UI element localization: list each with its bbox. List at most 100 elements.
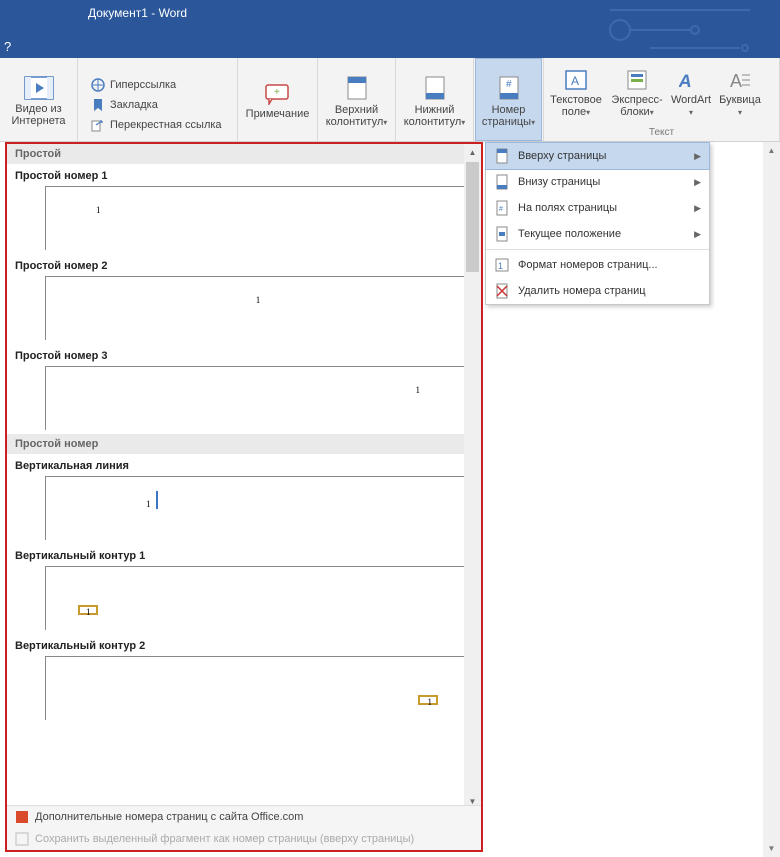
comment-button[interactable]: + Примечание xyxy=(240,58,316,141)
text-box-button[interactable]: A Текстовоеполе▾ xyxy=(544,58,608,125)
preview-number: 1 xyxy=(86,607,91,617)
preview-number: 1 xyxy=(146,499,151,509)
current-position-icon xyxy=(494,226,510,242)
online-video-button[interactable]: Видео изИнтернета xyxy=(6,58,72,141)
crossref-label: Перекрестная ссылка xyxy=(110,119,222,131)
video-label-1: Видео из xyxy=(15,103,61,115)
remove-icon xyxy=(494,283,510,299)
title-decoration xyxy=(600,0,780,58)
page-bottom-icon xyxy=(494,174,510,190)
menu-format-page-numbers[interactable]: 1 Формат номеров страниц... xyxy=(486,252,709,278)
title-bar: Документ1 - Word ? xyxy=(0,0,780,58)
drop-cap-button[interactable]: A Буквица▾ xyxy=(716,58,764,125)
menu-bottom-of-page[interactable]: Внизу страницы ▶ xyxy=(486,169,709,195)
menu-format-label: Формат номеров страниц... xyxy=(518,259,658,271)
hyperlink-button[interactable]: Гиперссылка xyxy=(86,75,229,95)
page-number-icon: # xyxy=(497,75,521,101)
gallery-item-2-preview[interactable]: 1 xyxy=(45,276,471,340)
footer-label-1: Нижний xyxy=(415,104,455,116)
wordart-label: WordArt xyxy=(671,94,711,106)
gallery-item-6-label: Вертикальный контур 2 xyxy=(7,634,481,656)
drop-cap-icon: A xyxy=(728,69,752,91)
menu-page-margins[interactable]: # На полях страницы ▶ xyxy=(486,195,709,221)
svg-text:A: A xyxy=(571,74,579,88)
gallery-item-6-preview[interactable]: 1 xyxy=(45,656,471,720)
office-icon xyxy=(15,810,29,824)
ribbon: Видео изИнтернета Гиперссылка Закладка П… xyxy=(0,58,780,142)
gallery-heading-simple: Простой xyxy=(7,144,481,164)
svg-text:#: # xyxy=(499,206,503,213)
page-number-button[interactable]: # Номерстраницы▾ xyxy=(475,58,542,141)
bookmark-icon xyxy=(90,97,106,113)
save-icon xyxy=(15,832,29,846)
submenu-arrow-icon: ▶ xyxy=(694,203,701,214)
footer-icon xyxy=(423,75,447,101)
gallery-item-1-preview[interactable]: 1 xyxy=(45,186,471,250)
gallery-item-1-label: Простой номер 1 xyxy=(7,164,481,186)
header-label-2: колонтитул xyxy=(326,116,384,128)
header-button[interactable]: Верхнийколонтитул▾ xyxy=(320,58,394,141)
footer-button[interactable]: Нижнийколонтитул▾ xyxy=(398,58,472,141)
scrollbar-thumb[interactable] xyxy=(466,162,479,272)
gallery-item-5-preview[interactable]: 1 xyxy=(45,566,471,630)
document-title: Документ1 - Word xyxy=(88,6,187,20)
scroll-up-icon[interactable]: ▲ xyxy=(464,144,481,161)
format-icon: 1 xyxy=(494,257,510,273)
hyperlink-label: Гиперссылка xyxy=(110,79,176,91)
svg-text:1: 1 xyxy=(498,261,503,271)
comment-icon: + xyxy=(264,83,290,105)
gallery-item-3-preview[interactable]: 1 xyxy=(45,366,471,430)
hyperlink-icon xyxy=(90,77,106,93)
save-label: Сохранить выделенный фрагмент как номер … xyxy=(35,833,414,845)
help-indicator[interactable]: ? xyxy=(4,39,11,54)
preview-number: 1 xyxy=(96,205,101,215)
bookmark-button[interactable]: Закладка xyxy=(86,95,229,115)
page-number-gallery: Простой Простой номер 1 1 Простой номер … xyxy=(5,142,483,852)
quick-parts-button[interactable]: Экспресс-блоки▾ xyxy=(608,58,666,125)
submenu-arrow-icon: ▶ xyxy=(694,177,701,188)
submenu-arrow-icon: ▶ xyxy=(694,151,701,162)
menu-remove-page-numbers[interactable]: Удалить номера страниц xyxy=(486,278,709,304)
group-label-text: Текст xyxy=(649,125,674,141)
menu-top-label: Вверху страницы xyxy=(518,150,606,162)
gallery-item-4-preview[interactable]: 1 xyxy=(45,476,471,540)
scroll-up-icon[interactable]: ▲ xyxy=(763,142,780,159)
gallery-footer: Дополнительные номера страниц с сайта Of… xyxy=(7,805,481,850)
textbox-label-1: Текстовое xyxy=(550,94,602,106)
more-label: Дополнительные номера страниц с сайта Of… xyxy=(35,811,303,823)
footer-label-2: колонтитул xyxy=(404,116,462,128)
dropcap-label: Буквица xyxy=(719,94,761,106)
gallery-heading-plain-number: Простой номер xyxy=(7,434,481,454)
quick-label-1: Экспресс- xyxy=(611,94,662,106)
svg-text:A: A xyxy=(730,71,742,91)
menu-current-position[interactable]: Текущее положение ▶ xyxy=(486,221,709,247)
menu-current-label: Текущее положение xyxy=(518,228,621,240)
menu-separator xyxy=(486,249,709,250)
save-selection-button: Сохранить выделенный фрагмент как номер … xyxy=(7,828,481,850)
preview-bar xyxy=(156,491,158,509)
preview-number: 1 xyxy=(416,385,421,395)
scroll-down-icon[interactable]: ▼ xyxy=(763,840,780,857)
header-icon xyxy=(345,75,369,101)
menu-remove-label: Удалить номера страниц xyxy=(518,285,646,297)
gallery-item-3-label: Простой номер 3 xyxy=(7,344,481,366)
page-margin-icon: # xyxy=(494,200,510,216)
wordart-button[interactable]: A WordArt▾ xyxy=(666,58,716,125)
bookmark-label: Закладка xyxy=(110,99,158,111)
preview-number: 1 xyxy=(428,697,433,707)
more-from-office-button[interactable]: Дополнительные номера страниц с сайта Of… xyxy=(7,806,481,828)
gallery-item-5-label: Вертикальный контур 1 xyxy=(7,544,481,566)
cross-reference-button[interactable]: Перекрестная ссылка xyxy=(86,115,229,135)
comment-label: Примечание xyxy=(246,108,310,120)
page-top-icon xyxy=(494,148,510,164)
video-label-2: Интернета xyxy=(12,115,66,127)
submenu-arrow-icon: ▶ xyxy=(694,229,701,240)
textbox-label-2: поле xyxy=(562,106,586,118)
menu-top-of-page[interactable]: Вверху страницы ▶ xyxy=(485,142,710,170)
svg-text:#: # xyxy=(506,79,512,90)
wordart-icon: A xyxy=(679,69,703,91)
gallery-scrollbar[interactable]: ▲ ▼ xyxy=(464,144,481,810)
preview-number: 1 xyxy=(256,295,261,305)
header-label-1: Верхний xyxy=(335,104,378,116)
doc-vertical-scrollbar[interactable]: ▲ ▼ xyxy=(763,142,780,857)
